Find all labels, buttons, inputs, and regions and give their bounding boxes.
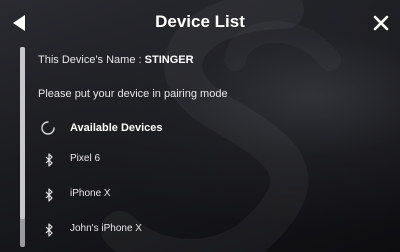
bluetooth-icon (45, 188, 53, 202)
back-button[interactable] (10, 14, 30, 32)
device-name-value: STINGER (144, 54, 194, 66)
scrollbar[interactable] (20, 47, 25, 247)
bluetooth-icon (45, 153, 53, 167)
device-item-label: John's iPhone X (70, 223, 142, 234)
device-item-johns-iphone-x[interactable]: John's iPhone X (38, 220, 378, 242)
device-name-label: This Device's Name : (38, 54, 145, 66)
device-item-label: iPhone X (70, 188, 111, 199)
close-button[interactable] (372, 14, 390, 32)
page-title: Device List (155, 12, 245, 31)
device-item-label: Pixel 6 (70, 153, 101, 164)
device-list-screen: Device List This Device's Name : STINGER… (0, 0, 400, 252)
device-name-row: This Device's Name : STINGER (38, 54, 194, 66)
pairing-instruction: Please put your device in pairing mode (38, 88, 228, 100)
bluetooth-icon (45, 223, 53, 237)
loading-spinner-icon (41, 121, 55, 135)
back-arrow-icon (13, 15, 25, 31)
scrollbar-thumb[interactable] (20, 47, 25, 219)
device-item-iphone-x[interactable]: iPhone X (38, 185, 378, 207)
device-item-pixel-6[interactable]: Pixel 6 (38, 150, 378, 172)
close-icon (373, 15, 389, 31)
header-bar: Device List (0, 0, 400, 44)
available-devices-label: Available Devices (70, 122, 163, 134)
